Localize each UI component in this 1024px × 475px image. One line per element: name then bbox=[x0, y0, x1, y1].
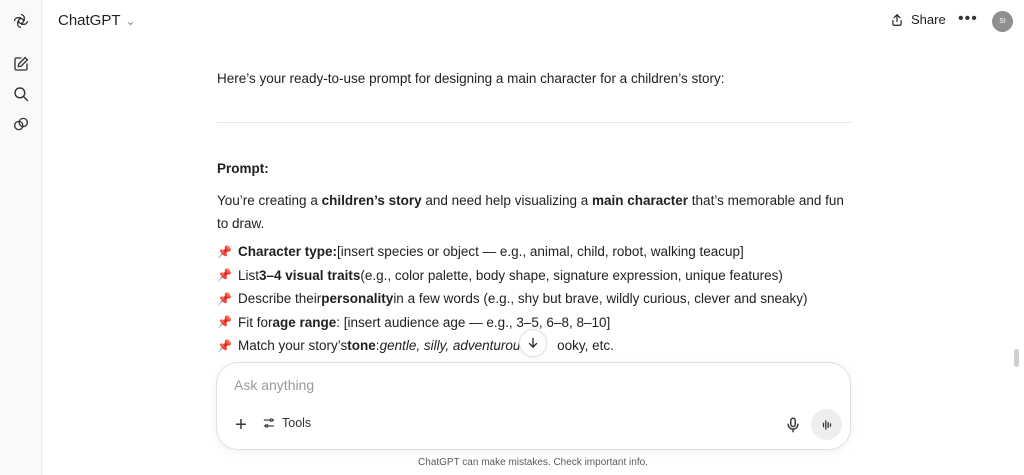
item-bold: 3–4 visual traits bbox=[259, 267, 361, 283]
item-text: (e.g., color palette, body shape, signat… bbox=[360, 267, 783, 283]
add-attachment-icon[interactable]: + bbox=[231, 414, 251, 436]
list-item: 📌 Fit for age range: [insert audience ag… bbox=[217, 311, 808, 335]
list-item: 📌 List 3–4 visual traits (e.g., color pa… bbox=[217, 264, 808, 288]
library-icon[interactable] bbox=[11, 114, 31, 134]
model-name: ChatGPT bbox=[58, 12, 121, 29]
share-button[interactable]: Share bbox=[890, 12, 946, 27]
item-bold: personality bbox=[321, 291, 394, 307]
prompt-list: 📌 Character type: [insert species or obj… bbox=[217, 240, 808, 358]
top-bar: ChatGPT ⌄ Share ••• SI bbox=[42, 0, 1024, 44]
list-item: 📌 Describe their personality in a few wo… bbox=[217, 287, 808, 311]
item-text: [insert species or object — e.g., animal… bbox=[337, 244, 744, 260]
more-options-icon[interactable]: ••• bbox=[958, 10, 978, 28]
tools-button[interactable]: Tools bbox=[262, 416, 311, 430]
tools-icon bbox=[263, 418, 275, 428]
prompt-paragraph: You’re creating a children’s story and n… bbox=[217, 189, 851, 235]
item-text: Describe their bbox=[238, 291, 322, 307]
prompt-input[interactable] bbox=[234, 377, 794, 393]
new-chat-icon[interactable] bbox=[11, 54, 31, 74]
share-label: Share bbox=[911, 12, 946, 27]
pushpin-icon: 📌 bbox=[217, 268, 232, 283]
item-text: : [insert audience age — e.g., 3–5, 6–8,… bbox=[336, 314, 611, 330]
para-bold: children’s story bbox=[321, 193, 422, 208]
para-bold: main character bbox=[591, 193, 689, 208]
list-item: 📌 Match your story’s tone: gentle, silly… bbox=[217, 334, 808, 358]
item-bold: Character type: bbox=[238, 244, 338, 260]
tools-label: Tools bbox=[282, 416, 312, 430]
item-text: List bbox=[238, 267, 260, 283]
item-italic: gentle, silly, adventurous bbox=[379, 338, 528, 354]
waveform-icon bbox=[822, 419, 831, 430]
list-item: 📌 Character type: [insert species or obj… bbox=[217, 240, 808, 264]
avatar[interactable]: SI bbox=[992, 11, 1013, 32]
item-text: Match your story’s bbox=[238, 338, 348, 354]
model-selector[interactable]: ChatGPT ⌄ bbox=[58, 12, 136, 29]
chatgpt-logo-icon[interactable] bbox=[11, 11, 31, 31]
composer: + Tools bbox=[216, 362, 851, 450]
arrow-down-icon bbox=[528, 337, 538, 348]
para-text: You’re creating a bbox=[217, 193, 322, 208]
disclaimer-text: ChatGPT can make mistakes. Check importa… bbox=[418, 457, 648, 468]
pushpin-icon: 📌 bbox=[217, 338, 232, 353]
item-text: ooky, etc. bbox=[557, 338, 614, 354]
pushpin-icon: 📌 bbox=[217, 291, 232, 306]
pushpin-icon: 📌 bbox=[217, 315, 232, 330]
sidebar-rail bbox=[0, 0, 42, 475]
intro-text: Here’s your ready-to-use prompt for desi… bbox=[217, 71, 725, 86]
item-bold: tone bbox=[347, 338, 376, 354]
item-text: in a few words (e.g., shy but brave, wil… bbox=[393, 291, 808, 307]
chevron-down-icon: ⌄ bbox=[125, 13, 136, 28]
item-bold: age range bbox=[272, 314, 337, 330]
item-text: Fit for bbox=[238, 314, 273, 330]
pushpin-icon: 📌 bbox=[217, 244, 232, 259]
microphone-icon[interactable] bbox=[784, 416, 802, 434]
divider bbox=[217, 122, 851, 123]
voice-mode-button[interactable] bbox=[811, 409, 842, 440]
para-text: and need help visualizing a bbox=[421, 193, 592, 208]
prompt-heading: Prompt: bbox=[217, 161, 269, 176]
share-icon bbox=[892, 13, 902, 26]
search-icon[interactable] bbox=[11, 84, 31, 104]
scrollbar-thumb[interactable] bbox=[1014, 349, 1019, 367]
scroll-to-bottom-button[interactable] bbox=[519, 329, 547, 357]
